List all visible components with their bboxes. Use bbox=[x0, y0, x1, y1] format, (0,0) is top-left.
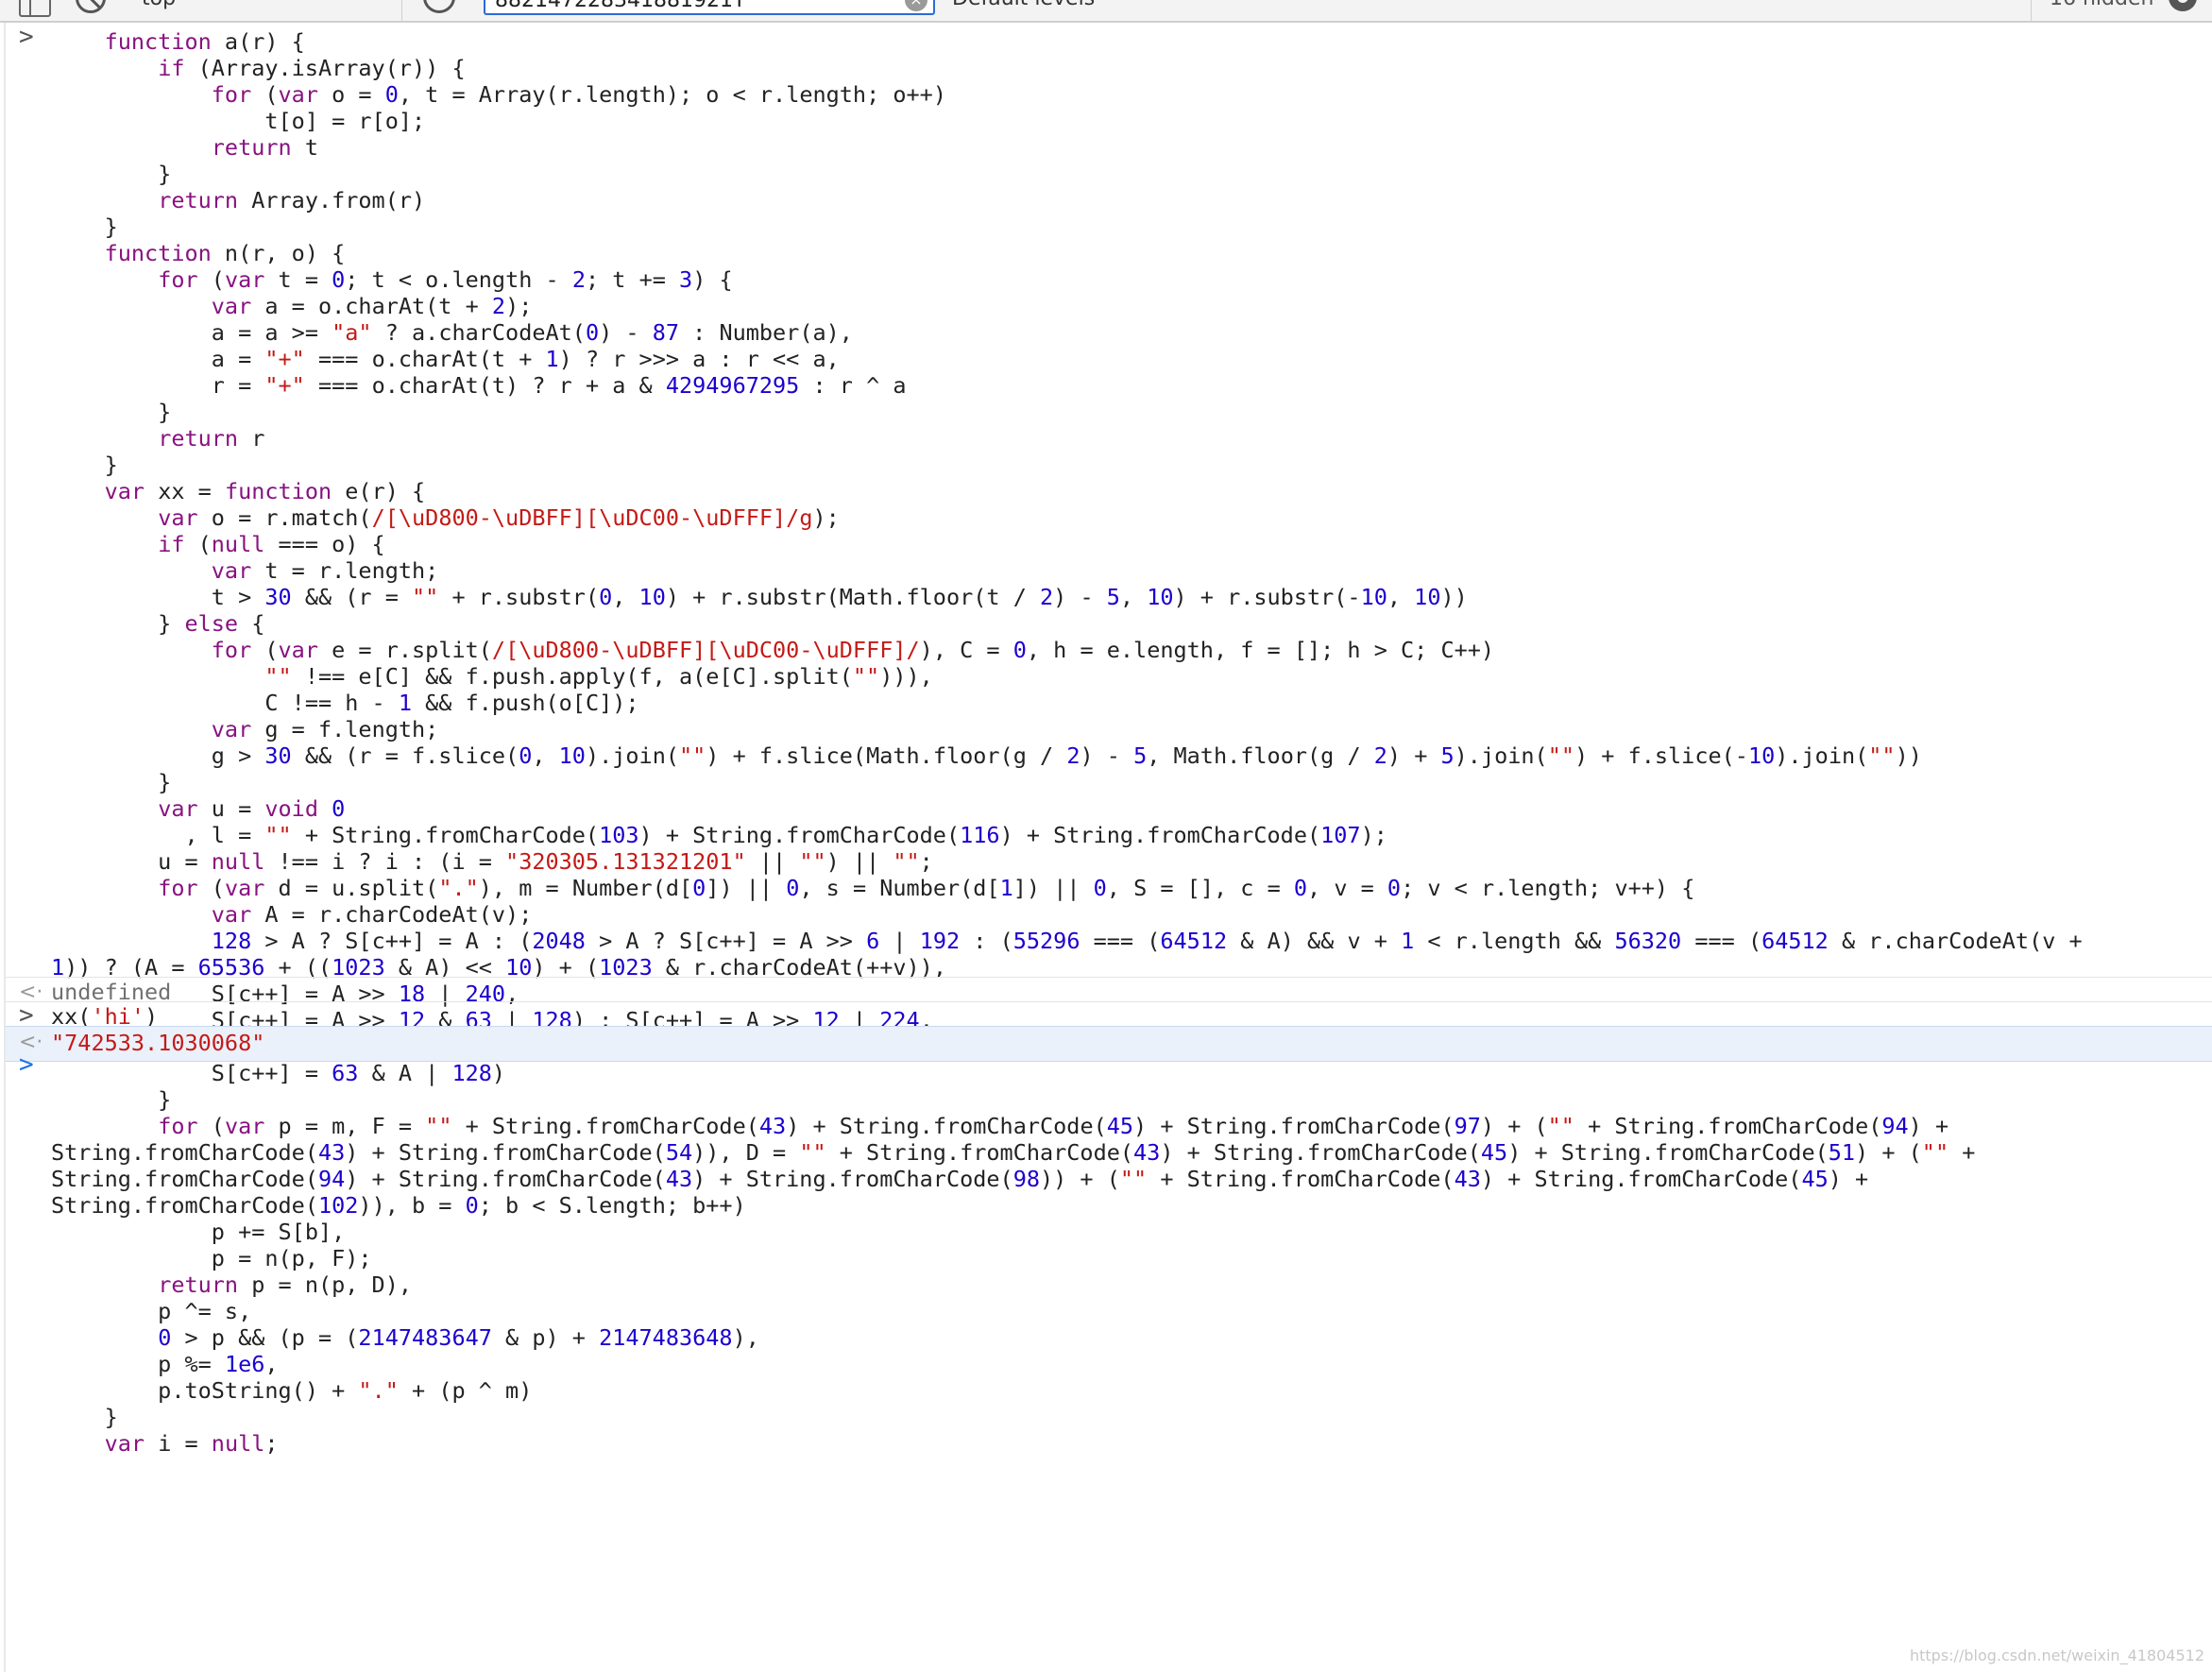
code-line: for (var o = 0, t = Array(r.length); o <… bbox=[211, 81, 946, 108]
toolbar-divider bbox=[401, 0, 402, 21]
code-line: var xx = function e(r) { bbox=[104, 478, 426, 504]
code-line: } bbox=[51, 399, 172, 425]
code-line: u = null !== i ? i : (i = "320305.131321… bbox=[51, 848, 933, 875]
code-line: function a(r) { bbox=[104, 28, 305, 55]
code-line: 128 > A ? S[c++] = A : (2048 > A ? S[c++… bbox=[211, 928, 2083, 954]
code-line: S[c++] = A >> 18 | 240, bbox=[51, 981, 519, 1007]
code-line: } bbox=[51, 769, 172, 795]
watermark: https://blog.csdn.net/weixin_41804512 bbox=[1909, 1646, 2204, 1664]
entry-divider bbox=[6, 977, 2212, 978]
hidden-messages-count[interactable]: 16 hidden bbox=[2050, 0, 2153, 17]
chevron-down-icon[interactable]: ▼ bbox=[1096, 0, 1109, 13]
code-line: } bbox=[51, 452, 118, 478]
code-line: String.fromCharCode(43) + String.fromCha… bbox=[51, 1139, 1976, 1166]
code-line: for (var e = r.split(/[\uD800-\uDBFF][\u… bbox=[211, 637, 1495, 663]
code-line: var a = o.charAt(t + 2); bbox=[211, 293, 533, 319]
code-line: if (null === o) { bbox=[158, 531, 385, 557]
code-line: , l = "" + String.fromCharCode(103) + St… bbox=[51, 822, 1387, 848]
console-panel: > function a(r) { if (Array.isArray(r)) … bbox=[0, 23, 2212, 1672]
code-line: var g = f.length; bbox=[211, 716, 439, 742]
log-levels-dropdown[interactable]: Default levels bbox=[952, 0, 1095, 17]
clear-console-icon[interactable] bbox=[76, 0, 106, 13]
code-line: } bbox=[51, 1404, 118, 1430]
code-line: for (var d = u.split("."), m = Number(d[… bbox=[158, 875, 1695, 901]
code-line: String.fromCharCode(94) + String.fromCha… bbox=[51, 1166, 1869, 1192]
call-result-row: <· "742533.1030068" bbox=[6, 1026, 2212, 1062]
entry-divider bbox=[6, 1001, 2212, 1002]
filter-input[interactable]: 882147228341881921T bbox=[484, 0, 935, 15]
toolbar-divider bbox=[2031, 0, 2032, 21]
code-line: return Array.from(r) bbox=[158, 187, 426, 213]
code-line: a = a >= "a" ? a.charCodeAt(0) - 87 : Nu… bbox=[51, 319, 853, 346]
code-line: p %= 1e6, bbox=[51, 1351, 279, 1377]
chevron-down-icon[interactable]: ▼ bbox=[370, 0, 383, 13]
code-line: t[o] = r[o]; bbox=[51, 108, 426, 134]
code-line: return p = n(p, D), bbox=[158, 1271, 413, 1298]
code-line: return r bbox=[158, 425, 265, 452]
code-line: } bbox=[51, 213, 118, 240]
code-block: function a(r) { if (Array.isArray(r)) { … bbox=[51, 28, 2083, 1457]
chevron-right-icon: > bbox=[19, 23, 34, 51]
code-line: p += S[b], bbox=[51, 1219, 346, 1245]
context-selector[interactable]: top bbox=[142, 0, 176, 17]
code-line: "" !== e[C] && f.push.apply(f, a(e[C].sp… bbox=[264, 663, 933, 690]
gear-icon[interactable] bbox=[2169, 0, 2197, 11]
console-prompt-icon[interactable]: > bbox=[19, 1050, 34, 1079]
code-line: if (Array.isArray(r)) { bbox=[158, 55, 466, 81]
code-line: var t = r.length; bbox=[211, 557, 439, 584]
code-line: C !== h - 1 && f.push(o[C]); bbox=[51, 690, 639, 716]
code-line: } bbox=[51, 1086, 172, 1113]
code-line: String.fromCharCode(102)), b = 0; b < S.… bbox=[51, 1192, 746, 1219]
code-line: p = n(p, F); bbox=[51, 1245, 372, 1271]
code-line: } bbox=[51, 161, 172, 187]
code-line: for (var t = 0; t < o.length - 2; t += 3… bbox=[158, 266, 733, 293]
code-line: S[c++] = 63 & A | 128) bbox=[51, 1060, 506, 1086]
code-line: for (var p = m, F = "" + String.fromChar… bbox=[158, 1113, 1949, 1139]
sidebar-toggle-icon[interactable] bbox=[19, 0, 51, 17]
console-toolbar: top ▼ 882147228341881921T × Default leve… bbox=[0, 0, 2212, 23]
code-line: } else { bbox=[51, 610, 265, 637]
code-line: var A = r.charCodeAt(v); bbox=[211, 901, 533, 928]
live-expression-eye-icon[interactable] bbox=[423, 0, 455, 13]
code-line: g > 30 && (r = f.slice(0, 10).join("") +… bbox=[51, 742, 1922, 769]
code-line: r = "+" === o.charAt(t) ? r + a & 429496… bbox=[51, 372, 907, 399]
call-result[interactable]: "742533.1030068" bbox=[51, 1030, 264, 1056]
code-line: p.toString() + "." + (p ^ m) bbox=[51, 1377, 533, 1404]
code-line: var u = void 0 bbox=[158, 795, 346, 822]
code-line: t > 30 && (r = "" + r.substr(0, 10) + r.… bbox=[51, 584, 1468, 610]
code-line: p ^= s, bbox=[51, 1298, 252, 1324]
code-line: 0 > p && (p = (2147483647 & p) + 2147483… bbox=[158, 1324, 759, 1351]
code-line: function n(r, o) { bbox=[104, 240, 346, 266]
code-line: a = "+" === o.charAt(t + 1) ? r >>> a : … bbox=[51, 346, 840, 372]
code-line: var i = null; bbox=[104, 1430, 279, 1457]
code-line: return t bbox=[211, 134, 318, 161]
code-line: var o = r.match(/[\uD800-\uDBFF][\uDC00-… bbox=[158, 504, 840, 531]
